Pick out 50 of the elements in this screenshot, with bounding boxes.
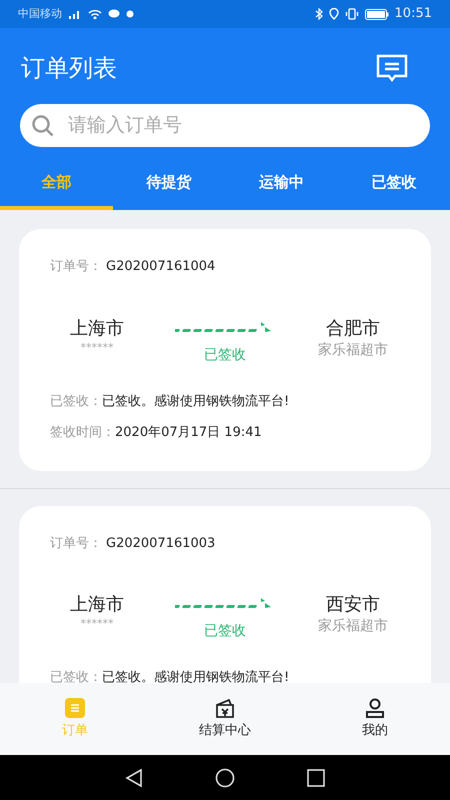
- recents-icon[interactable]: [307, 768, 325, 786]
- wifi-icon: [88, 9, 102, 19]
- destination-note: 家乐福超市: [318, 342, 388, 358]
- page-title: 订单列表: [21, 53, 117, 84]
- order-number: G202007161004: [106, 258, 216, 276]
- message-text: 已签收。感谢使用钢铁物流平台!: [102, 669, 290, 683]
- tab[interactable]: 待提货: [112, 165, 225, 210]
- dot-icon: [126, 10, 134, 18]
- origin-city: 上海市: [70, 593, 124, 617]
- document-icon: [64, 697, 86, 720]
- tab[interactable]: 已签收: [338, 165, 450, 210]
- bluetooth-icon: [314, 8, 323, 20]
- vibrate-icon: [344, 8, 359, 20]
- order-label: 订单号：: [50, 258, 102, 276]
- destination-city: 西安市: [326, 593, 380, 617]
- home-icon[interactable]: [215, 768, 235, 788]
- message-label: 已签收：: [50, 669, 102, 683]
- origin-note: ******: [80, 342, 114, 354]
- battery-icon: [364, 8, 389, 20]
- message-label: 已签收：: [50, 392, 102, 410]
- status-label: 已签收: [204, 346, 246, 364]
- tab[interactable]: 全部: [0, 165, 112, 210]
- message-button[interactable]: [375, 53, 409, 83]
- location-icon: [328, 8, 339, 20]
- destination-note: 家乐福超市: [318, 618, 388, 634]
- origin-city: 上海市: [70, 316, 124, 340]
- sign-time: 2020年07月17日 19:41: [115, 424, 262, 442]
- back-icon[interactable]: [125, 768, 143, 788]
- status-label: 已签收: [204, 622, 246, 641]
- order-label: 订单号：: [50, 534, 102, 552]
- nav-tab[interactable]: 我的: [300, 683, 450, 755]
- tab[interactable]: 运输中: [225, 165, 338, 210]
- origin-note: ******: [80, 618, 114, 630]
- carrier-text: 中国移动: [18, 6, 62, 22]
- signal-icon: [68, 9, 82, 19]
- chat-icon: [108, 9, 120, 19]
- order-number: G202007161003: [106, 534, 216, 552]
- search-field[interactable]: 请输入订单号: [68, 111, 420, 140]
- order-card[interactable]: 订单号： G202007161003 上海市 ****** 已签收 西安市 家乐福超市 已签收：已签收。感谢使用钢铁物流平台!: [19, 506, 431, 683]
- wallet-icon: [214, 697, 236, 720]
- nav-tab[interactable]: 结算中心: [150, 683, 300, 755]
- clock-text: 10:51: [394, 5, 432, 24]
- order-card[interactable]: 订单号： G202007161004 上海市 ****** 已签收 合肥市 家乐福超市 已签收：已签收。感谢使用钢铁物流平台! 签收时间：2020年07月17日 19:41: [19, 229, 431, 470]
- time-label: 签收时间：: [50, 424, 115, 442]
- user-icon: [364, 697, 386, 720]
- message-icon: [375, 53, 409, 83]
- search-icon: [30, 112, 56, 138]
- message-text: 已签收。感谢使用钢铁物流平台!: [102, 392, 290, 410]
- search-bar[interactable]: 请输入订单号: [20, 104, 430, 147]
- destination-city: 合肥市: [326, 316, 380, 340]
